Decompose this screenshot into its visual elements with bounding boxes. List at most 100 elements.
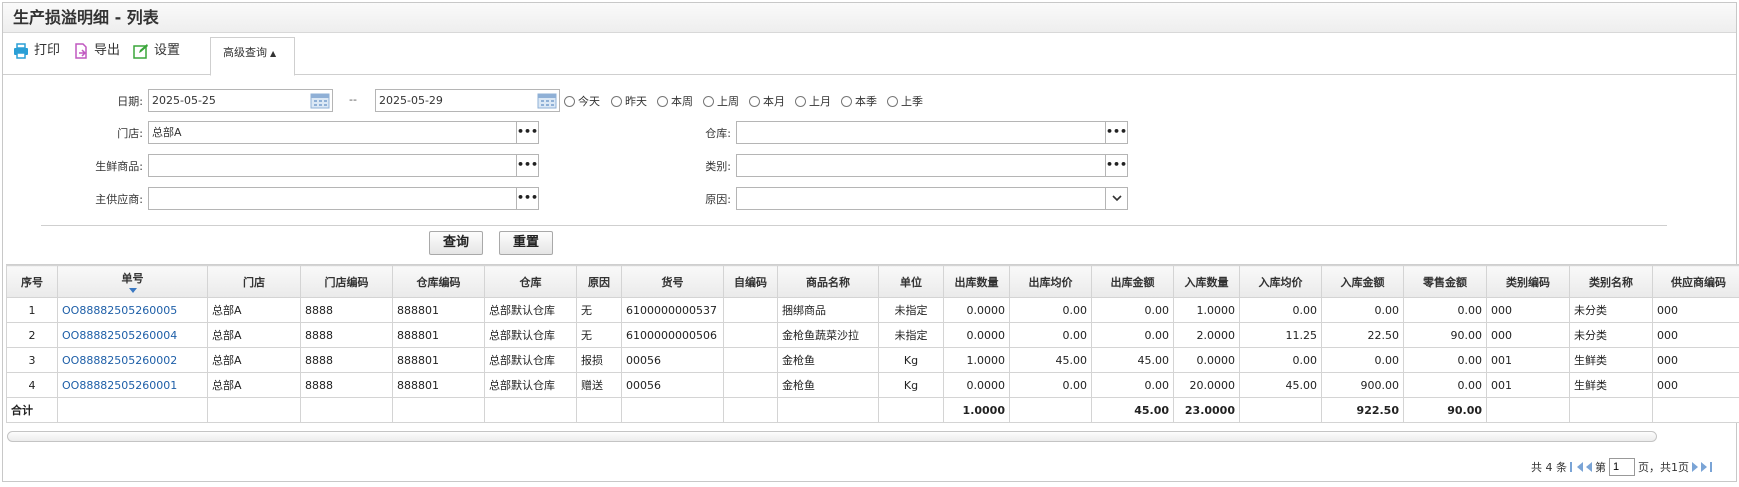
fresh-goods-input[interactable]: ••• (148, 154, 539, 177)
table-cell (723, 322, 778, 348)
horizontal-scrollbar[interactable] (7, 431, 1657, 442)
calendar-icon[interactable] (537, 92, 557, 109)
table-cell: 001 (1486, 372, 1570, 398)
total-cell: 90.00 (1403, 397, 1487, 423)
date-to-value: 2025-05-29 (379, 94, 443, 107)
warehouse-picker-button[interactable]: ••• (1105, 122, 1127, 143)
column-header[interactable]: 单号 (57, 265, 208, 298)
radio-this-week[interactable]: 本周 (657, 93, 693, 109)
calendar-icon[interactable] (310, 92, 330, 109)
chevron-down-icon[interactable] (1105, 188, 1127, 209)
column-header[interactable]: 入库金额 (1321, 265, 1404, 298)
warehouse-label: 仓库: (705, 127, 731, 140)
table-cell: 0.00 (1009, 322, 1092, 348)
table-cell: 8888 (300, 347, 393, 373)
column-header[interactable]: 门店 (207, 265, 301, 298)
warehouse-input[interactable]: ••• (736, 121, 1128, 144)
table-cell: Kg (878, 372, 944, 398)
column-header[interactable]: 门店编码 (300, 265, 393, 298)
column-header[interactable]: 零售金额 (1403, 265, 1487, 298)
table-cell: 0.00 (1321, 297, 1404, 323)
column-header[interactable]: 序号 (6, 265, 58, 298)
supplier-picker-button[interactable]: ••• (516, 188, 538, 209)
column-header[interactable]: 供应商编码 (1652, 265, 1739, 298)
reset-button[interactable]: 重置 (499, 231, 553, 255)
column-header[interactable]: 入库均价 (1239, 265, 1322, 298)
settings-label: 设置 (154, 43, 181, 58)
table-cell: 900.00 (1321, 372, 1404, 398)
export-button[interactable]: 导出 (73, 41, 120, 61)
store-picker-button[interactable]: ••• (516, 122, 538, 143)
column-header[interactable]: 单位 (878, 265, 944, 298)
total-cell (621, 397, 724, 423)
radio-today[interactable]: 今天 (564, 93, 600, 109)
column-header[interactable]: 出库均价 (1009, 265, 1092, 298)
last-page-icon[interactable] (1701, 462, 1707, 472)
column-header[interactable]: 类别名称 (1569, 265, 1653, 298)
total-row: 合计 1.0000 45.00 23.0000 922.50 90.00 (6, 397, 1739, 423)
first-page-icon[interactable] (1577, 462, 1583, 472)
table-row[interactable]: 4 OO88882505260001 总部A 8888 888801 总部默认仓库 赠送 00… (6, 372, 1739, 398)
order-number-link[interactable]: OO88882505260001 (57, 372, 208, 398)
order-number-link[interactable]: OO88882505260005 (57, 297, 208, 323)
reason-select[interactable] (736, 187, 1128, 210)
column-header[interactable]: 类别编码 (1486, 265, 1570, 298)
table-cell: 总部默认仓库 (484, 322, 577, 348)
column-header[interactable]: 商品名称 (777, 265, 879, 298)
column-header[interactable]: 仓库 (484, 265, 577, 298)
sort-desc-icon[interactable] (128, 288, 137, 293)
table-cell: 0.00 (1403, 297, 1487, 323)
table-cell: 生鲜类 (1569, 372, 1653, 398)
order-number-link[interactable]: OO88882505260002 (57, 347, 208, 373)
radio-last-month[interactable]: 上月 (795, 93, 831, 109)
order-number-link[interactable]: OO88882505260004 (57, 322, 208, 348)
report-window: 生产损溢明细 - 列表 打印 导出 设置 高级查询 ▲ 日期: 2025-05-… (2, 2, 1739, 482)
table-row[interactable]: 2 OO88882505260004 总部A 8888 888801 总部默认仓库无 610… (6, 322, 1739, 348)
date-to-input[interactable]: 2025-05-29 (375, 89, 560, 112)
table-cell: 未分类 (1569, 297, 1653, 323)
table-cell: 1.0000 (1173, 297, 1240, 323)
page-number-input[interactable] (1609, 458, 1635, 476)
table-cell: 0.00 (1239, 347, 1322, 373)
table-cell: 总部A (207, 322, 301, 348)
print-button[interactable]: 打印 (13, 41, 60, 61)
radio-this-month[interactable]: 本月 (749, 93, 785, 109)
table-cell: 22.50 (1321, 322, 1404, 348)
column-header[interactable]: 入库数量 (1173, 265, 1240, 298)
query-button[interactable]: 查询 (429, 231, 483, 255)
fresh-goods-picker-button[interactable]: ••• (516, 155, 538, 176)
table-cell: 金枪鱼 (777, 347, 879, 373)
radio-last-quarter[interactable]: 上季 (887, 93, 923, 109)
export-icon (73, 43, 89, 59)
column-header[interactable]: 货号 (621, 265, 724, 298)
date-from-input[interactable]: 2025-05-25 (148, 89, 333, 112)
total-cell: 45.00 (1091, 397, 1174, 423)
table-cell: 赠送 (576, 372, 622, 398)
prev-page-icon[interactable] (1586, 462, 1592, 472)
column-header[interactable]: 自编码 (723, 265, 778, 298)
column-header[interactable]: 出库数量 (943, 265, 1010, 298)
next-page-icon[interactable] (1692, 462, 1698, 472)
radio-yesterday[interactable]: 昨天 (611, 93, 647, 109)
pagination: 共 4 条 第 页，共1页 (1531, 458, 1712, 476)
advanced-search-label: 高级查询 (223, 46, 267, 59)
radio-this-quarter[interactable]: 本季 (841, 93, 877, 109)
category-input[interactable]: ••• (736, 154, 1128, 177)
store-input[interactable]: 总部A ••• (148, 121, 539, 144)
page-title: 生产损溢明细 - 列表 (3, 3, 1736, 33)
column-header[interactable]: 出库金额 (1091, 265, 1174, 298)
supplier-input[interactable]: ••• (148, 187, 539, 210)
column-header[interactable]: 原因 (576, 265, 622, 298)
table-cell: 2.0000 (1173, 322, 1240, 348)
table-row[interactable]: 3 OO88882505260002 总部A 8888 888801 总部默认仓库 报损 00… (6, 347, 1739, 373)
total-cell (392, 397, 485, 423)
settings-button[interactable]: 设置 (133, 41, 180, 61)
column-header[interactable]: 仓库编码 (392, 265, 485, 298)
advanced-search-tab[interactable]: 高级查询 ▲ (210, 37, 295, 76)
table-cell: 45.00 (1091, 347, 1174, 373)
table-row[interactable]: 1 OO88882505260005 总部A 8888 888801 总部默认仓库无 610… (6, 297, 1739, 323)
radio-last-week[interactable]: 上周 (703, 93, 739, 109)
category-picker-button[interactable]: ••• (1105, 155, 1127, 176)
table-cell: 0.0000 (1173, 347, 1240, 373)
table-cell: 00056 (621, 372, 724, 398)
